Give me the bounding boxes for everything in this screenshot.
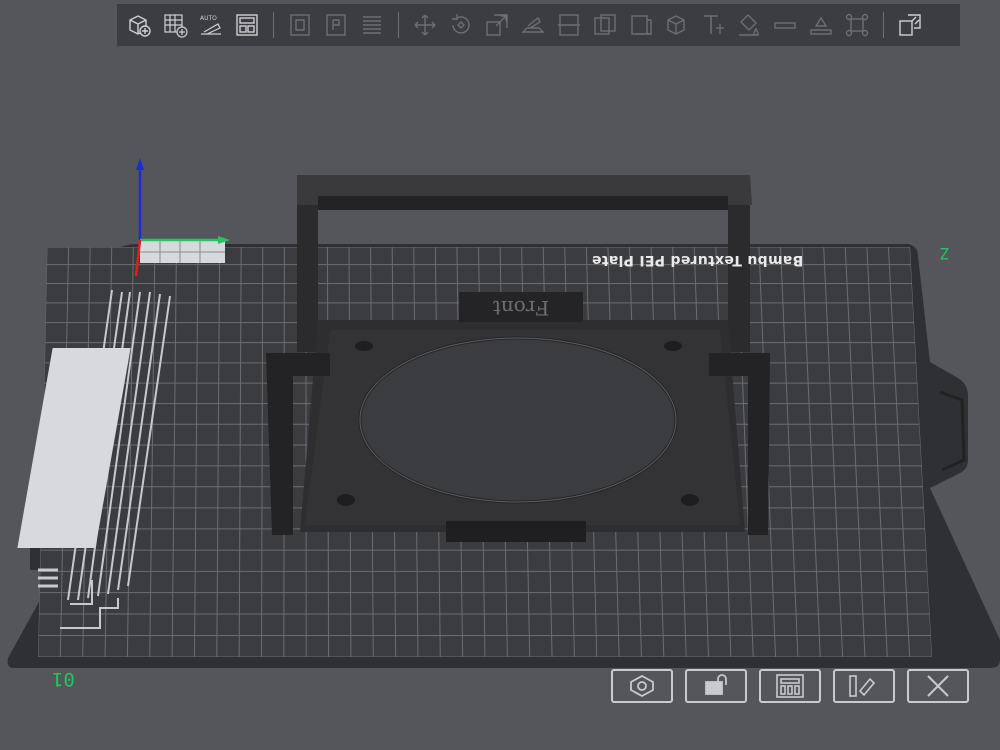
front-tab — [446, 521, 586, 542]
3d-viewport[interactable]: Front — [0, 0, 1000, 750]
plate-corner-mark: Z — [940, 244, 950, 263]
plate-type-label: Bambu Textured PEI Plate — [591, 252, 804, 268]
plate-toolbar — [611, 669, 969, 703]
lock-plate-icon — [705, 674, 727, 695]
auto-orient-plate-icon — [849, 675, 876, 697]
model-object[interactable] — [266, 175, 770, 542]
screw-hole — [337, 494, 355, 506]
fan-opening — [358, 336, 678, 504]
plate-settings-icon — [630, 674, 654, 698]
plate-number: 01 — [52, 668, 75, 690]
plate-settings-button[interactable] — [611, 669, 673, 703]
engraved-text: Front — [493, 296, 549, 320]
delete-plate-button[interactable] — [907, 669, 969, 703]
arrange-plate-icon — [776, 674, 804, 698]
auto-orient-plate-button[interactable] — [833, 669, 895, 703]
lock-plate-button[interactable] — [685, 669, 747, 703]
delete-plate-icon — [927, 675, 949, 697]
screw-hole — [355, 341, 373, 351]
screw-hole — [681, 494, 699, 506]
arrange-plate-button[interactable] — [759, 669, 821, 703]
screw-hole — [664, 341, 682, 351]
